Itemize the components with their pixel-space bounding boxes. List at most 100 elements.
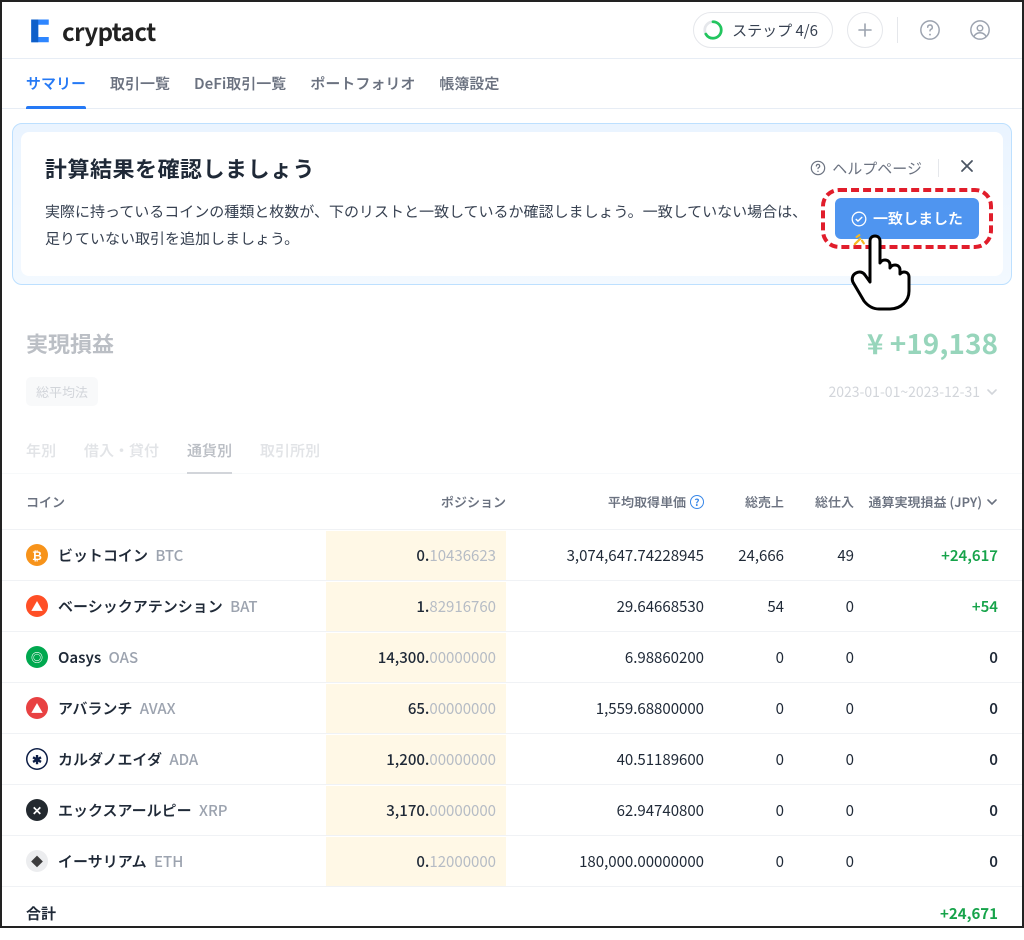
- question-circle-icon: [810, 160, 826, 176]
- realized-meta-row: 総平均法 2023-01-01~2023-12-31: [2, 371, 1022, 428]
- position-cell: 14,300.00000000: [326, 633, 506, 682]
- banner-title: 計算結果を確認しましょう: [45, 152, 315, 184]
- coin-icon: ◎: [26, 646, 48, 668]
- coin-cell: ◎ Oasys OAS: [26, 646, 326, 668]
- sales-cell: 24,666: [704, 545, 784, 566]
- coin-name: Oasys: [58, 647, 101, 668]
- help-page-link[interactable]: ヘルプページ: [810, 158, 922, 179]
- brand: cryptact: [26, 13, 156, 48]
- col-header-position[interactable]: ポジション: [326, 492, 506, 511]
- position-cell: 3,170.00000000: [326, 786, 506, 835]
- col-header-pnl[interactable]: 通算実現損益 (JPY): [854, 492, 998, 511]
- nav-tab-3[interactable]: ポートフォリオ: [310, 59, 415, 108]
- divider: [938, 159, 939, 177]
- chevron-down-icon: [986, 496, 998, 508]
- avg-cost-cell: 62.94740800: [506, 800, 704, 821]
- buys-cell: 0: [784, 647, 854, 668]
- filter-tab-3[interactable]: 取引所別: [260, 428, 320, 473]
- progress-ring-icon: [702, 19, 724, 41]
- coin-symbol: ETH: [151, 851, 184, 872]
- table-row[interactable]: ₿ ビットコイン BTC 0.10436623 3,074,647.742289…: [2, 530, 1022, 581]
- col-header-avg-cost[interactable]: 平均取得単価 ?: [506, 492, 704, 511]
- coin-symbol: AVAX: [136, 698, 175, 719]
- coin-icon: ✱: [26, 748, 48, 770]
- filter-tab-2[interactable]: 通貨別: [187, 428, 232, 473]
- nav-tab-4[interactable]: 帳簿設定: [439, 59, 499, 108]
- coin-name: ベーシックアテンション: [58, 596, 223, 617]
- check-circle-icon: [851, 211, 867, 227]
- nav-tab-0[interactable]: サマリー: [26, 59, 86, 108]
- table-row[interactable]: ◆ イーサリアム ETH 0.12000000 180,000.00000000…: [2, 836, 1022, 887]
- table-body: ₿ ビットコイン BTC 0.10436623 3,074,647.742289…: [2, 530, 1022, 887]
- table-header: コイン ポジション 平均取得単価 ? 総売上 総仕入 通算実現損益 (JPY): [2, 474, 1022, 530]
- buys-cell: 0: [784, 800, 854, 821]
- pnl-cell: +24,617: [854, 545, 998, 566]
- realized-title: 実現損益: [26, 327, 114, 359]
- total-pnl: +24,671: [326, 903, 998, 924]
- position-cell: 0.12000000: [326, 837, 506, 886]
- buys-cell: 0: [784, 698, 854, 719]
- account-button[interactable]: [962, 12, 998, 48]
- pnl-cell: 0: [854, 749, 998, 770]
- avg-cost-cell: 3,074,647.74228945: [506, 545, 704, 566]
- topbar: cryptact ステップ 4/6: [2, 2, 1022, 58]
- col-header-sales[interactable]: 総売上: [704, 492, 784, 511]
- nav-tab-2[interactable]: DeFi取引一覧: [194, 59, 286, 108]
- coin-name: イーサリアム: [58, 851, 147, 872]
- table-row[interactable]: ▲ アバランチ AVAX 65.00000000 1,559.68800000 …: [2, 683, 1022, 734]
- coin-cell: ▲ ベーシックアテンション BAT: [26, 595, 326, 617]
- table-row[interactable]: ✱ カルダノエイダ ADA 1,200.00000000 40.51189600…: [2, 734, 1022, 785]
- confirm-button-wrapper: 一致しました: [835, 198, 979, 239]
- step-indicator[interactable]: ステップ 4/6: [693, 12, 833, 48]
- col-header-coin[interactable]: コイン: [26, 492, 326, 511]
- help-button[interactable]: [912, 12, 948, 48]
- confirm-button-label: 一致しました: [873, 208, 963, 229]
- chevron-down-icon: [986, 386, 998, 398]
- onboard-banner: 計算結果を確認しましょう ヘルプページ 実際に持っているコインの種類と枚数が、下…: [12, 123, 1012, 285]
- nav-tab-1[interactable]: 取引一覧: [110, 59, 170, 108]
- coin-symbol: BAT: [227, 596, 258, 617]
- add-button[interactable]: [847, 12, 883, 48]
- position-cell: 1.82916760: [326, 582, 506, 631]
- filter-tab-0[interactable]: 年別: [26, 428, 56, 473]
- cost-method-chip[interactable]: 総平均法: [26, 377, 98, 406]
- coin-icon: ▲: [26, 595, 48, 617]
- position-cell: 65.00000000: [326, 684, 506, 733]
- position-cell: 0.10436623: [326, 531, 506, 580]
- info-icon[interactable]: ?: [690, 495, 704, 509]
- table-total-row: 合計 +24,671: [2, 887, 1022, 940]
- filter-tabs: 年別借入・貸付通貨別取引所別: [2, 428, 1022, 474]
- table-row[interactable]: ◎ Oasys OAS 14,300.00000000 6.98860200 0…: [2, 632, 1022, 683]
- buys-cell: 49: [784, 545, 854, 566]
- realized-pnl-section: 実現損益 ¥ +19,138: [2, 299, 1022, 371]
- col-header-avg-cost-label: 平均取得単価: [608, 492, 686, 511]
- avg-cost-cell: 180,000.00000000: [506, 851, 704, 872]
- coin-cell: ▲ アバランチ AVAX: [26, 697, 326, 719]
- coin-icon: ₿: [26, 544, 48, 566]
- banner-close-button[interactable]: [955, 154, 979, 183]
- date-range-selector[interactable]: 2023-01-01~2023-12-31: [828, 382, 998, 402]
- confirm-match-button[interactable]: 一致しました: [835, 198, 979, 239]
- brand-name: cryptact: [62, 13, 156, 48]
- avg-cost-cell: 1,559.68800000: [506, 698, 704, 719]
- step-label: ステップ 4/6: [732, 20, 818, 41]
- coin-cell: ₿ ビットコイン BTC: [26, 544, 326, 566]
- filter-tab-1[interactable]: 借入・貸付: [84, 428, 159, 473]
- coin-cell: ✕ エックスアールピー XRP: [26, 799, 326, 821]
- question-circle-icon: [919, 19, 941, 41]
- user-circle-icon: [969, 19, 991, 41]
- buys-cell: 0: [784, 596, 854, 617]
- coin-cell: ◆ イーサリアム ETH: [26, 850, 326, 872]
- pnl-cell: +54: [854, 596, 998, 617]
- help-page-label: ヘルプページ: [832, 158, 922, 179]
- col-header-pnl-label: 通算実現損益 (JPY): [869, 492, 982, 511]
- col-header-buys[interactable]: 総仕入: [784, 492, 854, 511]
- pnl-cell: 0: [854, 851, 998, 872]
- buys-cell: 0: [784, 749, 854, 770]
- coin-name: アバランチ: [58, 698, 132, 719]
- table-row[interactable]: ✕ エックスアールピー XRP 3,170.00000000 62.947408…: [2, 785, 1022, 836]
- divider: [897, 17, 898, 43]
- table-row[interactable]: ▲ ベーシックアテンション BAT 1.82916760 29.64668530…: [2, 581, 1022, 632]
- avg-cost-cell: 29.64668530: [506, 596, 704, 617]
- coin-name: エックスアールピー: [58, 800, 192, 821]
